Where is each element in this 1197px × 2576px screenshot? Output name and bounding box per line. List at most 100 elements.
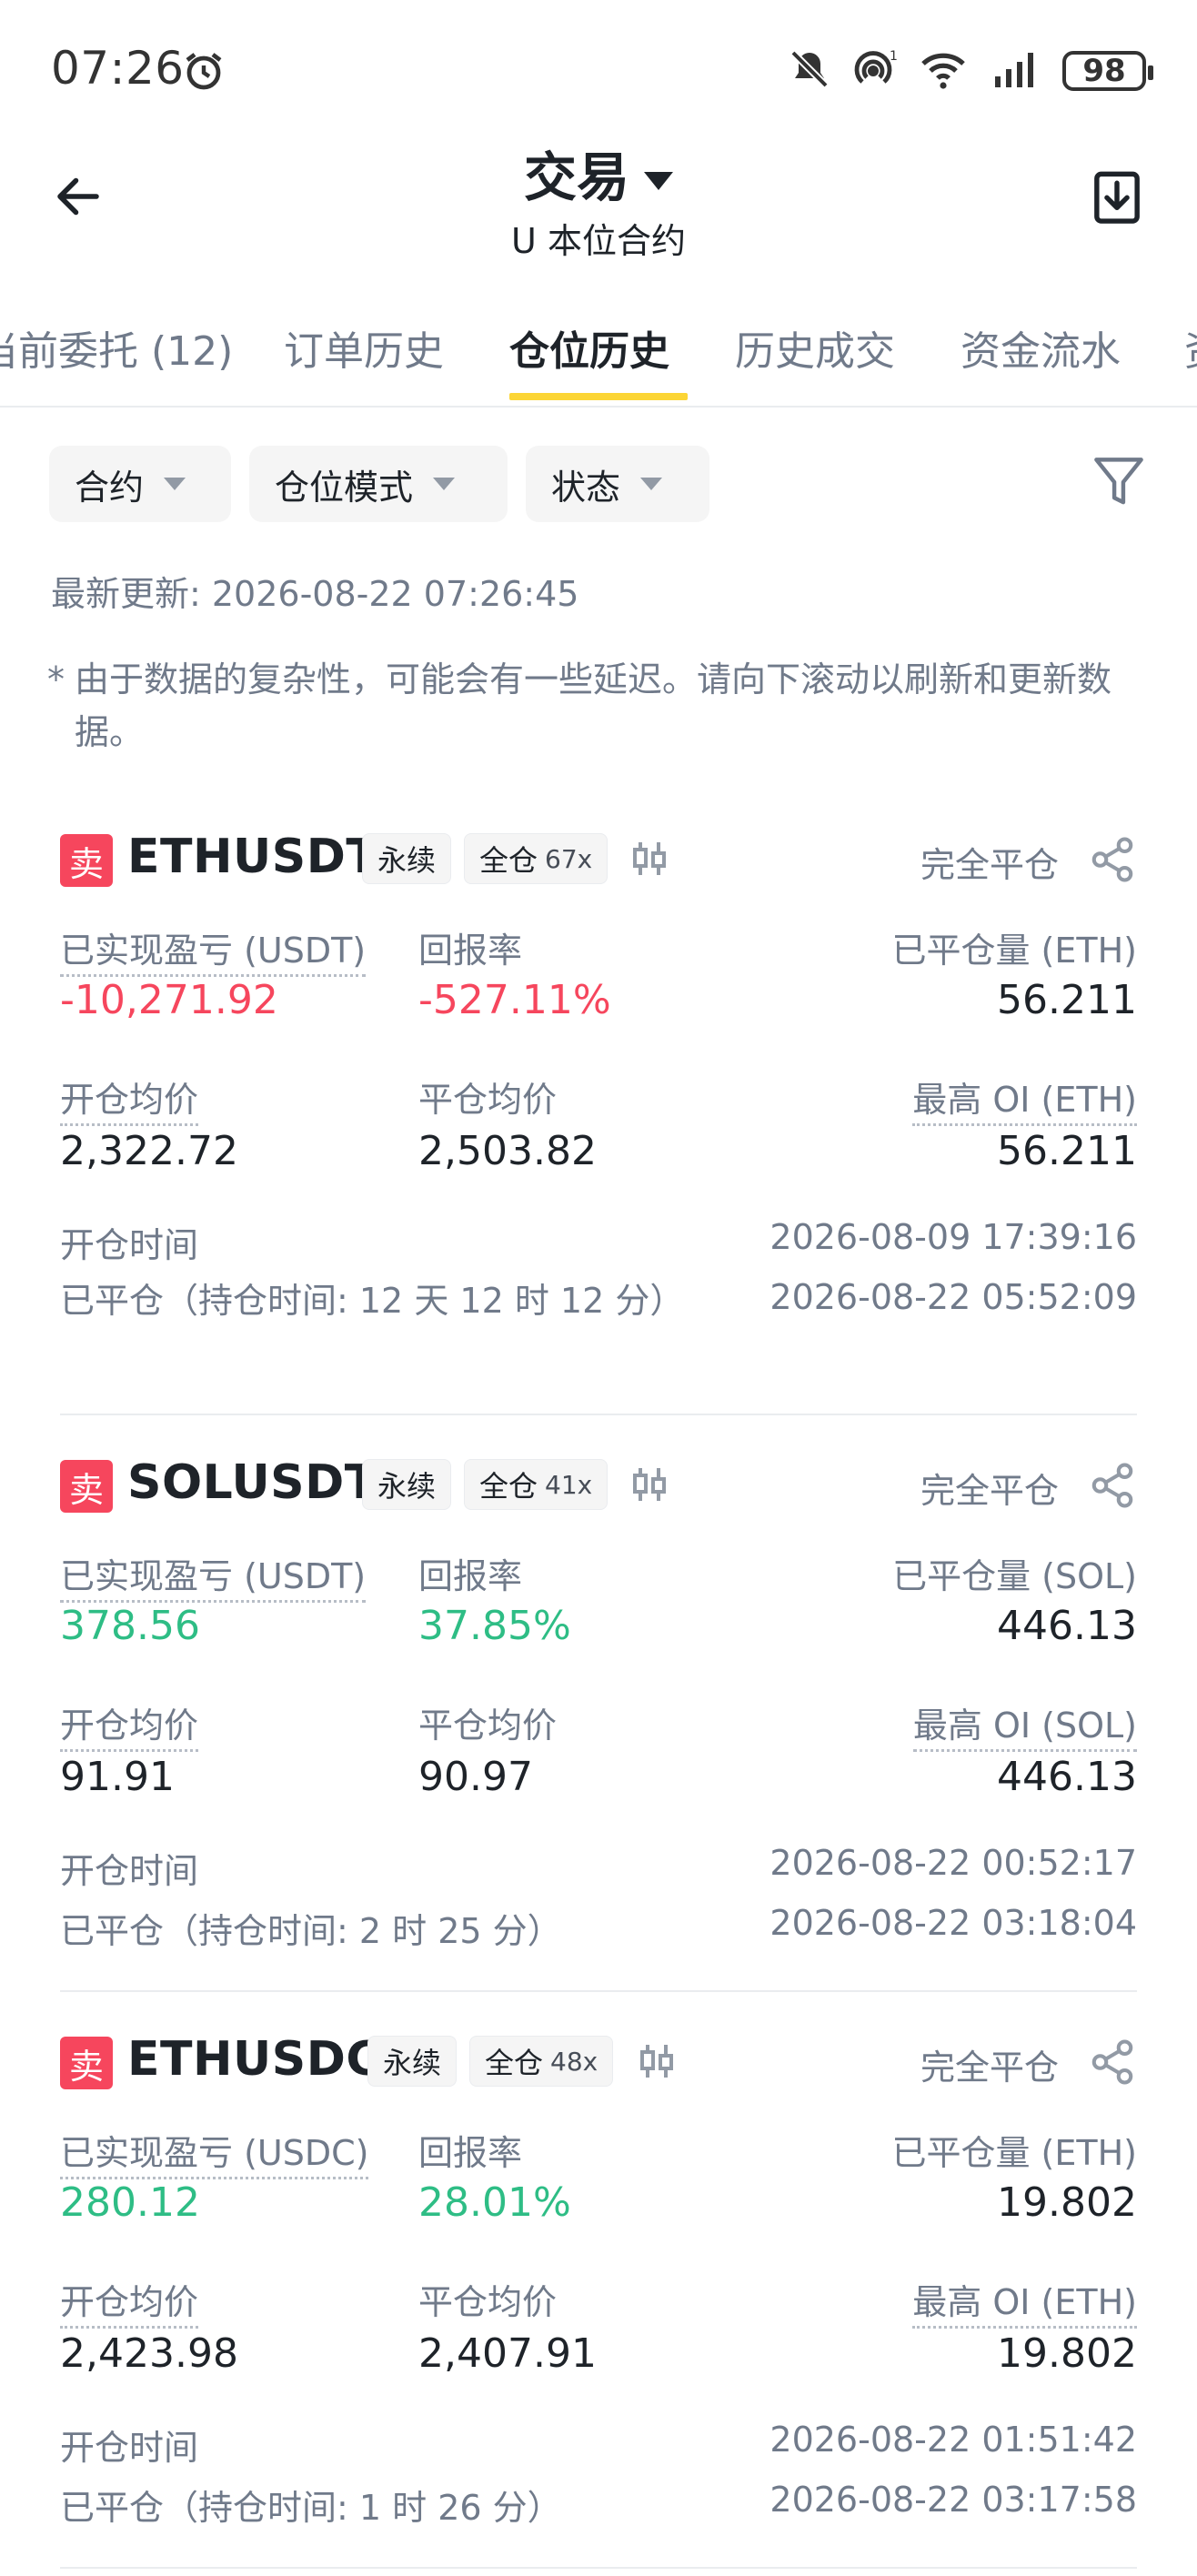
- chart-icon[interactable]: [628, 1463, 671, 1510]
- closed-qty-value: 446.13: [997, 1603, 1137, 1649]
- tab-more[interactable]: 资: [1184, 318, 1197, 377]
- side-badge: 卖: [60, 834, 113, 887]
- filter-position-mode-label: 仓位模式: [275, 467, 414, 508]
- status-time: 07:26: [51, 42, 185, 95]
- max-oi-label[interactable]: 最高 OI (SOL): [912, 1697, 1137, 1752]
- roe-value: -527.11%: [418, 977, 611, 1023]
- roe-label: 回报率: [418, 2133, 523, 2173]
- max-oi-value: 56.211: [997, 1128, 1137, 1174]
- card-divider: [60, 2567, 1137, 2569]
- open-time-label: 开仓时间: [60, 2428, 199, 2468]
- margin-leverage-tag: 全仓 41x: [464, 1459, 609, 1510]
- caret-down-icon: [433, 478, 456, 490]
- max-oi-label[interactable]: 最高 OI (ETH): [912, 1072, 1137, 1126]
- realized-pnl-label[interactable]: 已实现盈亏 (USDT): [60, 1548, 367, 1603]
- card-divider: [60, 1990, 1137, 1992]
- entry-price-value: 91.91: [60, 1754, 175, 1800]
- caret-down-icon: [640, 478, 663, 490]
- margin-leverage-tag: 全仓 48x: [469, 2036, 614, 2087]
- close-time-value: 2026-08-22 03:17:58: [770, 2480, 1137, 2520]
- side-badge: 卖: [60, 1460, 113, 1513]
- max-oi-label[interactable]: 最高 OI (ETH): [912, 2274, 1137, 2329]
- realized-pnl-value: 280.12: [60, 2179, 200, 2226]
- exit-price-label: 平仓均价: [418, 1706, 558, 1746]
- position-status: 完全平仓: [920, 1471, 1059, 1511]
- closed-qty-value: 56.211: [997, 977, 1137, 1023]
- open-time-value: 2026-08-09 17:39:16: [770, 1217, 1137, 1257]
- open-time-value: 2026-08-22 00:52:17: [770, 1843, 1137, 1883]
- filter-contract[interactable]: 合约: [49, 446, 231, 522]
- leverage: 67x: [545, 843, 593, 874]
- entry-price-label[interactable]: 开仓均价: [60, 1072, 199, 1126]
- closed-duration: 已平仓（持仓时间: 12 天 12 时 12 分）: [60, 1281, 685, 1321]
- exit-price-label: 平仓均价: [418, 1080, 558, 1120]
- delay-notice: * 由于数据的复杂性，可能会有一些延迟。请向下滚动以刷新和更新数据。: [47, 653, 1157, 759]
- exit-price-label: 平仓均价: [418, 2282, 558, 2322]
- position-status: 完全平仓: [920, 845, 1059, 885]
- notice-star: *: [47, 659, 65, 699]
- tab-open-orders[interactable]: 当前委托 (12): [0, 318, 233, 377]
- open-time-value: 2026-08-22 01:51:42: [770, 2420, 1137, 2460]
- max-oi-value: 19.802: [997, 2330, 1137, 2377]
- roe-value: 28.01%: [418, 2179, 571, 2226]
- open-time-label: 开仓时间: [60, 1851, 199, 1891]
- realized-pnl-label[interactable]: 已实现盈亏 (USDC): [60, 2125, 369, 2179]
- filter-icon[interactable]: [1091, 453, 1146, 511]
- alarm-icon: [182, 49, 226, 93]
- share-icon[interactable]: [1088, 835, 1137, 888]
- svg-text:1: 1: [890, 49, 898, 64]
- signal-icon: [991, 47, 1042, 95]
- battery-indicator: 98: [1062, 51, 1153, 91]
- contract-type-tag: 永续: [367, 2036, 458, 2087]
- last-updated: 最新更新: 2026-08-22 07:26:45: [51, 574, 579, 614]
- margin-mode: 全仓: [479, 1469, 538, 1504]
- notice-text: 由于数据的复杂性，可能会有一些延迟。请向下滚动以刷新和更新数据。: [75, 659, 1112, 752]
- pair-symbol[interactable]: ETHUSDT: [127, 830, 378, 884]
- page-title[interactable]: 交易: [0, 135, 1197, 211]
- tab-trade-history[interactable]: 历史成交: [735, 318, 895, 377]
- filter-position-mode[interactable]: 仓位模式: [249, 446, 508, 522]
- export-icon[interactable]: [1091, 167, 1142, 226]
- pair-symbol[interactable]: SOLUSDT: [127, 1455, 377, 1510]
- side-badge: 卖: [60, 2037, 113, 2089]
- tab-position-history[interactable]: 仓位历史: [509, 318, 669, 377]
- roe-label: 回报率: [418, 931, 523, 971]
- position-card: 卖 ETHUSDT 永续 全仓 67x 完全平仓 已实现盈亏 (USDT) 回报率…: [60, 822, 1137, 1386]
- leverage: 48x: [550, 2046, 598, 2077]
- margin-mode: 全仓: [485, 2046, 544, 2080]
- realized-pnl-value: 378.56: [60, 1603, 200, 1649]
- roe-label: 回报率: [418, 1556, 523, 1596]
- closed-duration: 已平仓（持仓时间: 2 时 25 分）: [60, 1911, 562, 1951]
- entry-price-label[interactable]: 开仓均价: [60, 2274, 199, 2329]
- caret-down-icon: [644, 171, 673, 190]
- entry-price-label[interactable]: 开仓均价: [60, 1697, 199, 1752]
- tab-order-history[interactable]: 订单历史: [284, 318, 444, 377]
- active-tab-indicator: [509, 393, 688, 400]
- entry-price-value: 2,423.98: [60, 2330, 238, 2377]
- open-time-label: 开仓时间: [60, 1225, 199, 1265]
- chart-icon[interactable]: [635, 2039, 679, 2087]
- tab-transaction-history[interactable]: 资金流水: [961, 318, 1121, 377]
- tabs-divider: [0, 406, 1197, 408]
- filter-status-label: 状态: [551, 467, 621, 508]
- closed-qty-label: 已平仓量 (ETH): [891, 931, 1137, 971]
- share-icon[interactable]: [1088, 2038, 1137, 2090]
- realized-pnl-label[interactable]: 已实现盈亏 (USDT): [60, 922, 367, 977]
- filter-contract-label: 合约: [75, 467, 145, 508]
- position-card: 卖 ETHUSDC 永续 全仓 48x 完全平仓 已实现盈亏 (USDC) 回报率…: [60, 2025, 1137, 2552]
- share-icon[interactable]: [1088, 1461, 1137, 1514]
- margin-mode: 全仓: [479, 843, 538, 878]
- exit-price-value: 90.97: [418, 1754, 533, 1800]
- caret-down-icon: [164, 478, 186, 490]
- entry-price-value: 2,322.72: [60, 1128, 238, 1174]
- realized-pnl-value: -10,271.92: [60, 977, 278, 1023]
- pair-symbol[interactable]: ETHUSDC: [127, 2032, 381, 2087]
- exit-price-value: 2,407.91: [418, 2330, 597, 2377]
- wifi-icon: [919, 47, 971, 95]
- roe-value: 37.85%: [418, 1603, 571, 1649]
- contract-type-tag: 永续: [362, 1459, 452, 1510]
- filter-status[interactable]: 状态: [526, 446, 709, 522]
- chart-icon[interactable]: [628, 837, 671, 884]
- position-card: 卖 SOLUSDT 永续 全仓 41x 完全平仓 已实现盈亏 (USDT) 回报率…: [60, 1448, 1137, 1976]
- closed-qty-label: 已平仓量 (SOL): [892, 1556, 1137, 1596]
